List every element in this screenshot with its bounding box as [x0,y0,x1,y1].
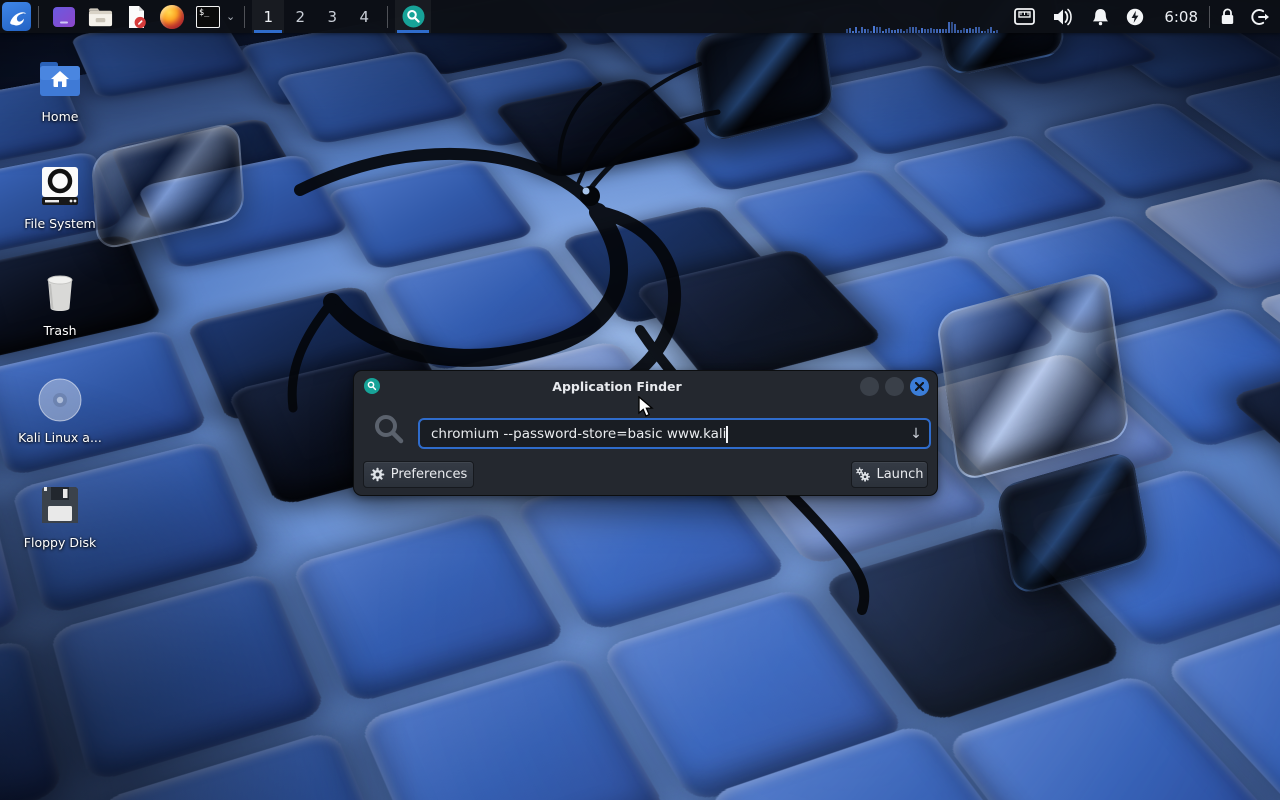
panel-separator [1209,6,1210,28]
panel-separator [38,6,39,28]
network-icon[interactable] [1014,8,1035,25]
search-icon [373,413,405,445]
applications-menu-button[interactable] [2,2,31,31]
firefox-icon [160,5,184,29]
folder-icon [88,6,113,28]
text-caret [726,426,728,443]
kali-logo-icon [7,7,27,27]
optical-disc-icon [37,377,83,423]
purple-window-icon [52,5,76,29]
desktop-icon-label: Home [8,109,112,124]
desktop-icon-label: File System [8,216,112,231]
workspace-button-3[interactable]: 3 [316,0,348,33]
terminal-launcher[interactable]: $_ [195,4,221,30]
run-gears-icon [855,467,870,482]
desktop-icon-label: Trash [8,323,112,338]
terminal-icon: $_ [196,6,220,28]
maximize-button[interactable] [885,377,904,396]
power-manager-icon[interactable] [1126,8,1144,26]
desktop-icon-label: Kali Linux a... [8,430,112,445]
window-title: Application Finder [380,379,854,394]
workspace-button-1[interactable]: 1 [252,0,284,33]
workspace-label: 2 [295,8,305,26]
trash-bucket-icon [37,270,83,316]
history-dropdown-icon[interactable]: ↓ [903,426,929,442]
titlebar[interactable]: Application Finder [354,371,937,401]
application-finder-window: Application Finder ↓ [353,370,938,496]
notifications-bell-icon[interactable] [1092,8,1109,26]
close-button[interactable] [910,377,929,396]
workspace-button-4[interactable]: 4 [348,0,380,33]
taskbar-application-finder[interactable] [395,0,431,33]
finder-body: ↓ Preferences [354,401,937,497]
workspace-button-2[interactable]: 2 [284,0,316,33]
volume-icon[interactable] [1052,8,1073,26]
search-teal-circle-icon [402,5,425,28]
workspace-label: 1 [263,8,273,26]
web-browser-launcher[interactable] [159,4,185,30]
desktop-icon-floppy-disk[interactable]: Floppy Disk [8,482,112,550]
desktop-icon-file-system[interactable]: File System [8,163,112,231]
close-icon [915,382,924,391]
desktop-icon-trash[interactable]: Trash [8,270,112,338]
floppy-disk-icon [37,482,83,528]
preferences-button[interactable]: Preferences [363,461,474,488]
desktop-icon-label: Floppy Disk [8,535,112,550]
minimize-button[interactable] [860,377,879,396]
top-panel: $_ ⌄ 1 2 3 4 [0,0,1280,33]
clock[interactable]: 6:08 [1164,8,1198,26]
panel-separator [244,6,245,28]
workspace-label: 4 [359,8,369,26]
document-edit-icon [124,5,148,29]
desktop: Home File System Trash [0,0,1280,800]
command-entry: ↓ [418,418,931,449]
cpu-graph[interactable] [846,20,1000,33]
desktop-icon-home[interactable]: Home [8,56,112,124]
launcher-dropdown-icon[interactable]: ⌄ [226,10,235,23]
file-manager-launcher[interactable] [87,4,113,30]
text-editor-launcher[interactable] [123,4,149,30]
lock-screen-icon[interactable] [1220,8,1235,25]
hard-drive-icon [37,163,83,209]
launch-label: Launch [876,467,923,482]
panel-separator [387,6,388,28]
command-input[interactable] [420,426,903,442]
desktop-icon-kali-linux[interactable]: Kali Linux a... [8,377,112,445]
log-out-icon[interactable] [1250,8,1269,26]
show-desktop-launcher[interactable] [51,4,77,30]
workspace-label: 3 [327,8,337,26]
wallpaper-cube [0,638,64,800]
window-icon-search [364,378,380,394]
gear-icon [370,467,385,482]
home-folder-icon [37,56,83,102]
preferences-label: Preferences [391,467,467,482]
launch-button[interactable]: Launch [851,461,928,488]
